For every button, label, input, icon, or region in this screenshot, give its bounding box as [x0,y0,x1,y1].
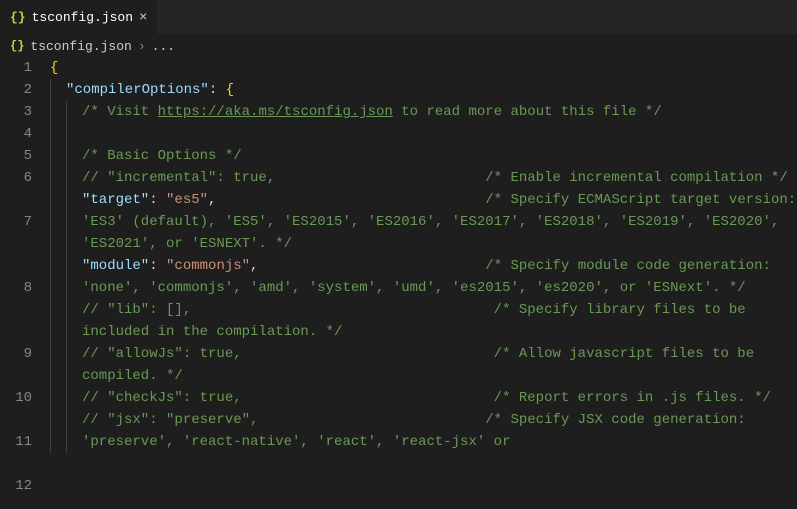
line-number: 11 [0,431,32,475]
breadcrumb-file: tsconfig.json [30,39,131,54]
line-number: 2 [0,79,32,101]
code-line: "target": "es5", /* Specify ECMAScript t… [50,189,797,255]
line-number: 12 [0,475,32,509]
breadcrumb-ellipsis: ... [152,39,175,54]
tab-tsconfig[interactable]: {} tsconfig.json × [0,0,157,35]
code-line: "compilerOptions": { [50,79,797,101]
line-number: 9 [0,343,32,387]
tab-bar: {} tsconfig.json × [0,0,797,35]
line-number: 6 [0,167,32,211]
code-line: /* Basic Options */ [50,145,797,167]
line-number: 4 [0,123,32,145]
line-number: 7 [0,211,32,277]
close-icon[interactable]: × [139,10,147,26]
tab-label: tsconfig.json [32,10,133,25]
line-number: 3 [0,101,32,123]
code-line: // "jsx": "preserve", /* Specify JSX cod… [50,409,797,453]
json-icon: {} [10,39,24,53]
line-number: 10 [0,387,32,431]
code-line: // "checkJs": true, /* Report errors in … [50,387,797,409]
breadcrumb[interactable]: {} tsconfig.json › ... [0,35,797,57]
json-icon: {} [10,10,26,25]
line-number: 1 [0,57,32,79]
editor[interactable]: 1 2 3 4 5 6 7 8 9 10 11 12 { "compilerOp… [0,57,797,509]
code-line: // "incremental": true, /* Enable increm… [50,167,797,189]
code-line [50,123,797,145]
code-line: // "allowJs": true, /* Allow javascript … [50,343,797,387]
line-number: 8 [0,277,32,343]
code-area[interactable]: { "compilerOptions": { /* Visit https://… [50,57,797,509]
code-line: /* Visit https://aka.ms/tsconfig.json to… [50,101,797,123]
chevron-right-icon: › [138,39,146,54]
line-gutter: 1 2 3 4 5 6 7 8 9 10 11 12 [0,57,50,509]
line-number: 5 [0,145,32,167]
code-line: { [50,57,797,79]
code-line: // "lib": [], /* Specify library files t… [50,299,797,343]
code-line: "module": "commonjs", /* Specify module … [50,255,797,299]
